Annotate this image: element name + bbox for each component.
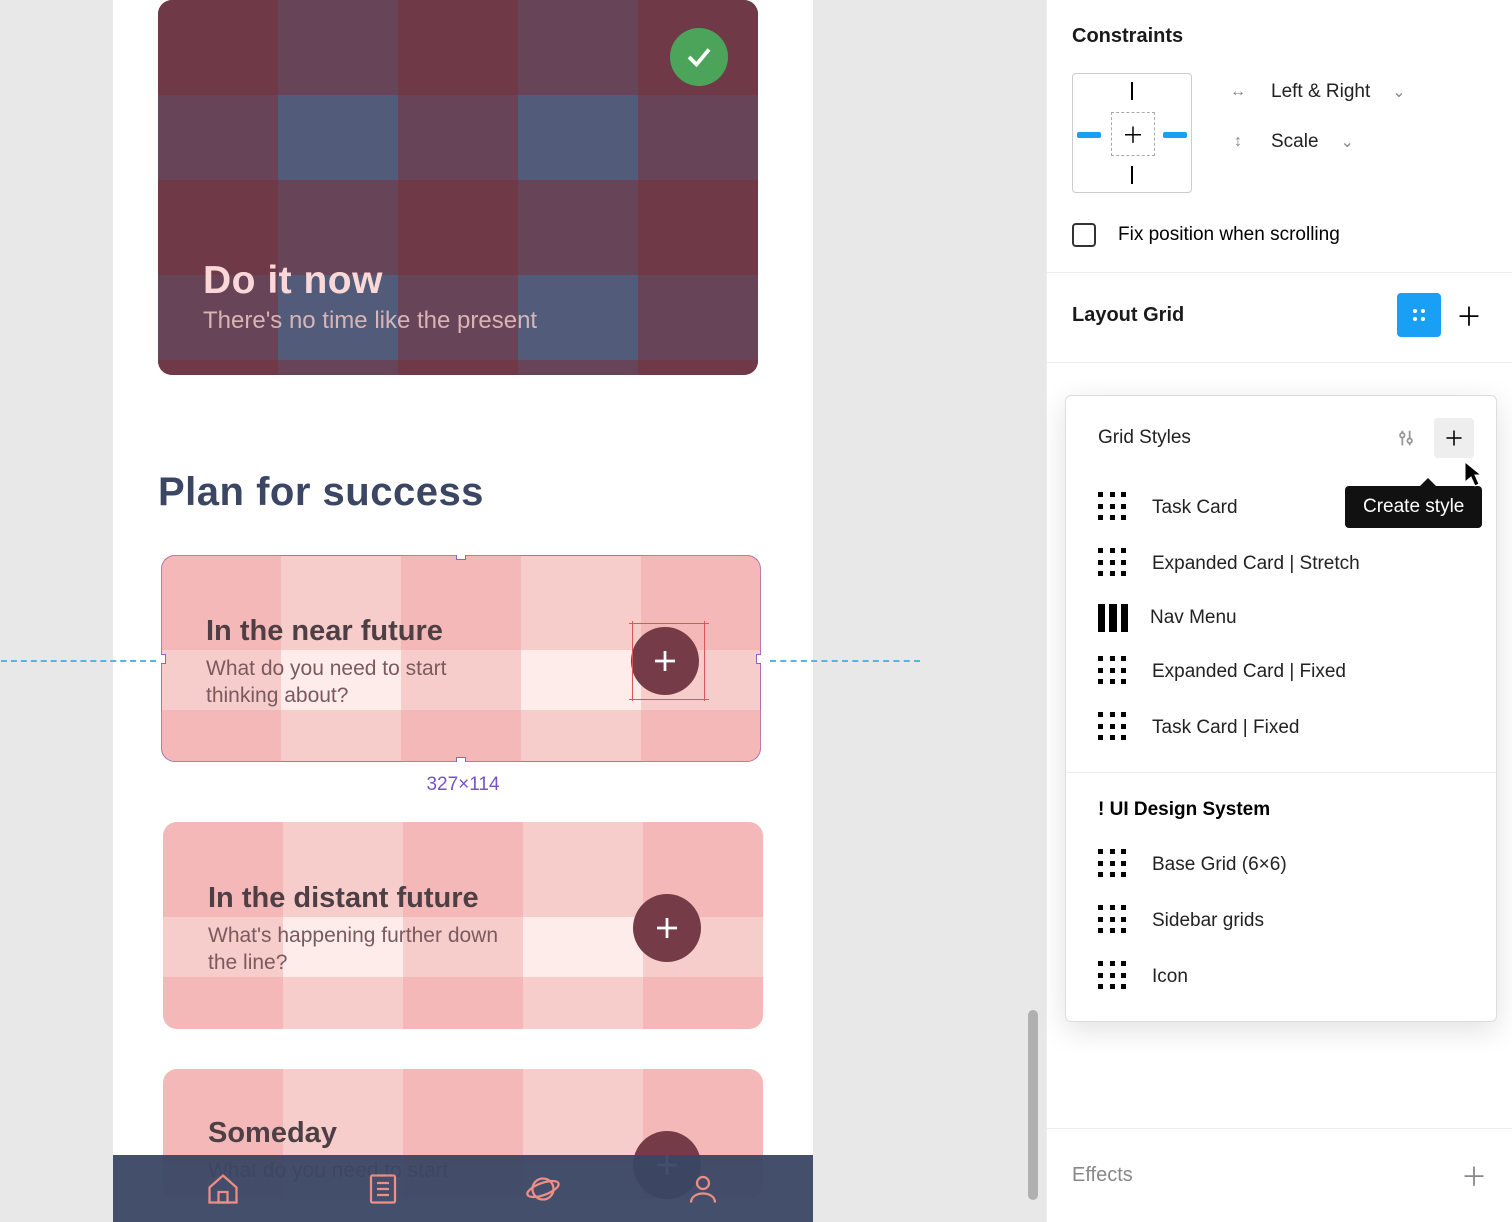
constraints-widget[interactable]: ＋: [1072, 73, 1192, 193]
card-subtitle: What do you need to start thinking about…: [206, 655, 516, 710]
create-style-button[interactable]: [1434, 418, 1474, 458]
resize-handle[interactable]: [161, 555, 166, 560]
grid-icon: [1098, 849, 1130, 881]
grid-icon: [1098, 712, 1130, 744]
horizontal-arrow-icon: ↔: [1227, 83, 1249, 101]
grid-style-item[interactable]: Sidebar grids: [1066, 893, 1496, 949]
alignment-guide: [770, 660, 920, 662]
card-title: In the distant future: [208, 882, 479, 915]
device-frame[interactable]: Do it now There's no time like the prese…: [113, 0, 813, 1222]
list-icon[interactable]: [361, 1167, 405, 1211]
grid-icon: [1098, 656, 1130, 688]
resize-handle[interactable]: [456, 757, 466, 762]
library-heading: ! UI Design System: [1066, 789, 1496, 837]
columns-icon: [1098, 604, 1128, 632]
effects-section: Effects ＋: [1047, 1128, 1512, 1222]
resize-handle[interactable]: [756, 654, 761, 664]
grid-icon: [1098, 905, 1130, 937]
card-title: Someday: [208, 1117, 337, 1150]
grid-style-item[interactable]: Nav Menu: [1066, 592, 1496, 644]
fix-position-checkbox[interactable]: [1072, 223, 1096, 247]
hero-subtitle: There's no time like the present: [203, 307, 537, 335]
card-subtitle: What's happening further down the line?: [208, 922, 518, 977]
task-card-selected[interactable]: In the near future What do you need to s…: [161, 555, 761, 762]
constraints-section: Constraints ＋ ↔ Left & Right ⌄ ↕ Scale ⌄: [1047, 0, 1512, 273]
card-add-button[interactable]: [631, 627, 699, 695]
grid-icon: [1098, 492, 1130, 524]
chevron-down-icon: ⌄: [1392, 82, 1405, 102]
card-title: In the near future: [206, 615, 443, 648]
add-effect-button[interactable]: ＋: [1461, 1157, 1487, 1194]
resize-handle[interactable]: [756, 555, 761, 560]
resize-handle[interactable]: [161, 757, 166, 762]
grid-style-item[interactable]: Icon: [1066, 949, 1496, 1005]
section-heading: Plan for success: [158, 470, 813, 515]
home-icon[interactable]: [201, 1167, 245, 1211]
vertical-constraint-select[interactable]: ↕ Scale ⌄: [1227, 131, 1406, 153]
check-badge: [670, 28, 728, 86]
planet-icon[interactable]: [521, 1167, 565, 1211]
grid-icon: [1098, 961, 1130, 993]
horizontal-constraint-select[interactable]: ↔ Left & Right ⌄: [1227, 81, 1406, 103]
cursor-icon: [1463, 460, 1483, 488]
tooltip: Create style: [1345, 486, 1482, 528]
scrollbar[interactable]: [1028, 1010, 1038, 1200]
bottom-nav: [113, 1155, 813, 1222]
effects-label: Effects: [1072, 1164, 1133, 1187]
hero-card[interactable]: Do it now There's no time like the prese…: [158, 0, 758, 375]
layout-grid-section: Layout Grid ＋: [1047, 273, 1512, 363]
grid-style-item[interactable]: Expanded Card | Fixed: [1066, 644, 1496, 700]
selection-dimensions: 327×114: [426, 774, 499, 796]
grid-styles-list: Task Card Expanded Card | Stretch Nav Me…: [1066, 480, 1496, 1021]
constraints-label: Constraints: [1072, 25, 1487, 48]
card-add-button[interactable]: [633, 894, 701, 962]
grid-style-item[interactable]: Task Card | Fixed: [1066, 700, 1496, 756]
task-card[interactable]: In the distant future What's happening f…: [163, 822, 763, 1029]
check-icon: [684, 42, 714, 72]
resize-handle[interactable]: [456, 555, 466, 560]
canvas[interactable]: Do it now There's no time like the prese…: [0, 0, 1046, 1222]
vertical-arrow-icon: ↕: [1227, 133, 1249, 151]
add-layout-grid-button[interactable]: ＋: [1451, 297, 1487, 333]
grid-styles-title: Grid Styles: [1098, 427, 1191, 449]
alignment-guide: [1, 660, 156, 662]
resize-handle[interactable]: [161, 654, 166, 664]
hero-title: Do it now: [203, 259, 537, 303]
grid-style-item[interactable]: Base Grid (6×6): [1066, 837, 1496, 893]
fix-position-label: Fix position when scrolling: [1118, 224, 1340, 246]
layout-grid-label: Layout Grid: [1072, 304, 1184, 327]
chevron-down-icon: ⌄: [1341, 132, 1354, 152]
resize-handle[interactable]: [756, 757, 761, 762]
profile-icon[interactable]: [681, 1167, 725, 1211]
grid-style-button[interactable]: [1397, 293, 1441, 337]
adjust-icon[interactable]: [1386, 418, 1426, 458]
grid-icon: [1098, 548, 1130, 580]
grid-style-item[interactable]: Expanded Card | Stretch: [1066, 536, 1496, 592]
